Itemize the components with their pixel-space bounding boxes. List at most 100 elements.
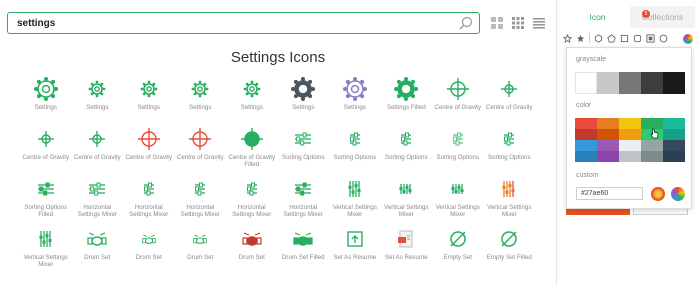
sliders-filled-icon (37, 182, 54, 196)
icon-cell[interactable]: Sorting Options Filled (20, 173, 72, 223)
empty-set-icon (450, 231, 466, 247)
sliders-icon (295, 132, 312, 146)
color-picker-toggle[interactable] (683, 34, 693, 44)
color-swatch[interactable] (663, 151, 685, 162)
icon-label: Centre of Gravity (485, 104, 533, 111)
gear-small-icon (88, 80, 106, 98)
icon-cell[interactable]: Centre of Gravity (72, 123, 124, 173)
icon-cell[interactable]: Drum Set (72, 223, 124, 273)
color-swatch[interactable] (641, 151, 663, 162)
icon-cell[interactable]: Sorting Options (278, 123, 330, 173)
drum-color-icon (242, 232, 262, 246)
frame-icon[interactable] (646, 33, 655, 43)
icon-cell[interactable]: Centre of Gravity (123, 123, 175, 173)
small-grid-view-icon[interactable] (512, 16, 524, 29)
icon-cell[interactable]: Drum Set Filled (278, 223, 330, 273)
list-view-icon[interactable] (533, 16, 545, 29)
icon-label: Drum Set (84, 254, 111, 261)
grayscale-swatch[interactable] (663, 72, 685, 94)
orange-picker-icon[interactable] (651, 187, 665, 201)
icon-cell[interactable]: Vertical Settings Mixer (20, 223, 72, 273)
icon-cell[interactable]: Sorting Options (381, 123, 433, 173)
icon-cell[interactable]: Settings (329, 73, 381, 123)
icon-cell[interactable]: Vertical Settings Mixer (432, 173, 484, 223)
icon-cell[interactable]: Centre of Gravity Filled (226, 123, 278, 173)
color-swatch[interactable] (597, 140, 619, 151)
empty-set-icon (501, 231, 517, 247)
icon-cell[interactable]: Empty Set Filled (484, 223, 536, 273)
gear-small-icon (140, 80, 158, 98)
icon-cell[interactable]: Horizontal Settings Mixer (123, 173, 175, 223)
icon-cell[interactable]: Vertical Settings Mixer (381, 173, 433, 223)
hexagon-shape-icon[interactable] (594, 33, 603, 43)
tab-collections[interactable]: 5 Collections (630, 6, 695, 28)
color-swatch[interactable] (597, 118, 619, 129)
add-collection-icon[interactable] (563, 33, 572, 43)
color-swatch[interactable] (663, 140, 685, 151)
icon-cell[interactable]: Centre of Gravity (20, 123, 72, 173)
icon-cell[interactable]: Vertical Settings Mixer (329, 173, 381, 223)
color-swatch[interactable] (619, 140, 641, 151)
color-wheel-icon[interactable] (671, 187, 685, 201)
grayscale-swatch[interactable] (619, 72, 641, 94)
icon-cell[interactable]: Horizontal Settings Mixer (226, 173, 278, 223)
icon-label: Centre of Gravity (22, 154, 70, 161)
color-swatch[interactable] (641, 140, 663, 151)
icon-cell[interactable]: Settings (20, 73, 72, 123)
icon-cell[interactable]: Set As Resume (381, 223, 433, 273)
search-icon[interactable] (458, 15, 474, 31)
icon-cell[interactable]: Settings (278, 73, 330, 123)
icon-cell[interactable]: Sorting Options (484, 123, 536, 173)
color-swatch[interactable] (663, 129, 685, 140)
icon-cell[interactable]: Drum Set (123, 223, 175, 273)
icon-cell[interactable]: Horizontal Settings Mixer (175, 173, 227, 223)
square-shape-icon[interactable] (620, 34, 629, 43)
star-icon[interactable] (576, 34, 585, 43)
icon-cell[interactable]: Centre of Gravity (175, 123, 227, 173)
icon-cell[interactable]: Sorting Options (432, 123, 484, 173)
color-swatch[interactable] (597, 151, 619, 162)
icon-browser: settings Settings Icons Settings Settings… (0, 0, 556, 285)
icon-cell[interactable]: Drum Set (175, 223, 227, 273)
circle-shape-icon[interactable] (659, 34, 668, 43)
tab-icon[interactable]: Icon (565, 6, 630, 28)
color-swatch[interactable] (663, 118, 685, 129)
search-bar[interactable]: settings (7, 12, 480, 34)
icon-cell[interactable]: Horizontal Settings Mixer (278, 173, 330, 223)
icon-label: Vertical Settings Mixer (384, 204, 429, 219)
sliders-small-icon (195, 182, 206, 196)
sliders-icon (89, 182, 106, 196)
icon-cell[interactable]: Drum Set (226, 223, 278, 273)
color-swatch[interactable] (575, 140, 597, 151)
large-grid-view-icon[interactable] (491, 16, 503, 29)
grayscale-swatch[interactable] (597, 72, 619, 94)
icon-label: Sorting Options (281, 154, 325, 161)
color-swatch[interactable] (619, 151, 641, 162)
icon-cell[interactable]: Settings (123, 73, 175, 123)
custom-hex-input[interactable]: #27ae60 (576, 187, 643, 200)
icon-cell[interactable]: Settings (72, 73, 124, 123)
icon-cell[interactable]: Horizontal Settings Mixer (72, 173, 124, 223)
grayscale-swatch[interactable] (641, 72, 663, 94)
icon-cell[interactable]: Settings Filled (381, 73, 433, 123)
icon-cell[interactable]: Settings (175, 73, 227, 123)
color-swatch[interactable] (597, 129, 619, 140)
color-swatch[interactable] (619, 129, 641, 140)
color-swatch[interactable] (575, 151, 597, 162)
grayscale-swatch[interactable] (575, 72, 597, 94)
drum-filled-icon (293, 232, 313, 246)
icon-cell[interactable]: Settings (226, 73, 278, 123)
icon-cell[interactable]: Centre of Gravity (432, 73, 484, 123)
pentagon-shape-icon[interactable] (607, 33, 616, 43)
icon-cell[interactable]: Empty Set (432, 223, 484, 273)
icon-label: Centre of Gravity (434, 104, 482, 111)
icon-cell[interactable]: Vertical Settings Mixer (484, 173, 536, 223)
search-input[interactable]: settings (17, 18, 458, 29)
color-swatch[interactable] (575, 118, 597, 129)
rounded-square-icon[interactable] (633, 34, 642, 43)
color-swatch[interactable] (575, 129, 597, 140)
icon-cell[interactable]: Sorting Options (329, 123, 381, 173)
icon-cell[interactable]: Centre of Gravity (484, 73, 536, 123)
icon-cell[interactable]: Set As Resume (329, 223, 381, 273)
color-swatch[interactable] (619, 118, 641, 129)
